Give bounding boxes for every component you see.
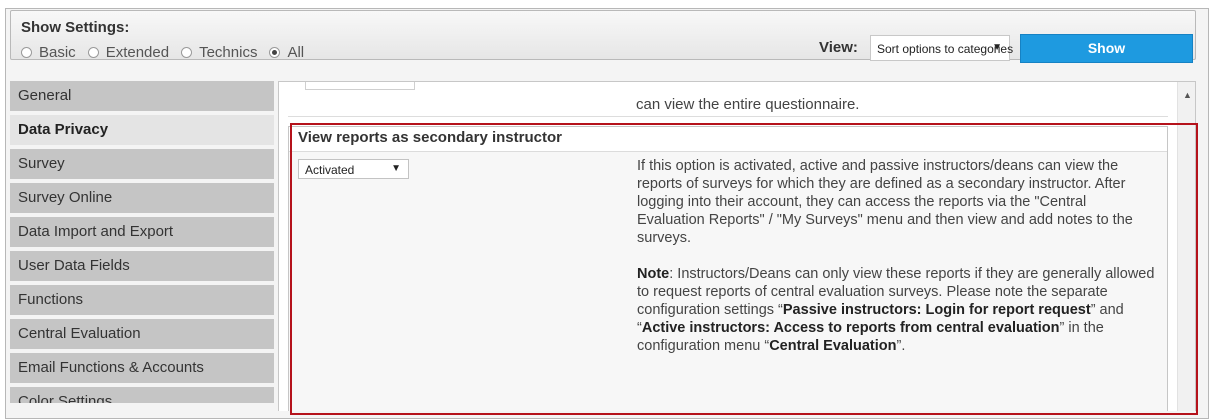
radio-technics[interactable]: Technics — [181, 44, 257, 61]
radio-all[interactable]: All — [269, 44, 304, 61]
highlight-box — [290, 123, 1198, 415]
sidebar-item-data-import-export[interactable]: Data Import and Export — [10, 217, 274, 247]
radio-checked-icon — [269, 47, 281, 58]
radio-circle-icon — [87, 47, 99, 58]
radio-label: All — [287, 44, 305, 61]
sidebar-item-user-data-fields[interactable]: User Data Fields — [10, 251, 274, 281]
sidebar-item-survey[interactable]: Survey — [10, 149, 274, 179]
previous-setting-description: can view the entire questionnaire. — [636, 96, 860, 113]
sidebar-item-functions[interactable]: Functions — [10, 285, 274, 315]
radio-basic[interactable]: Basic — [21, 44, 76, 61]
sidebar: General Data Privacy Survey Survey Onlin… — [10, 81, 274, 407]
sidebar-item-general[interactable]: General — [10, 81, 274, 111]
caret-down-icon: ▼ — [992, 42, 1002, 53]
sidebar-item-email-functions[interactable]: Email Functions & Accounts — [10, 353, 274, 383]
sidebar-item-central-evaluation[interactable]: Central Evaluation — [10, 319, 274, 349]
previous-setting-select[interactable] — [305, 82, 415, 90]
sidebar-item-color-settings[interactable]: Color Settings — [10, 387, 274, 403]
radio-label: Basic — [39, 44, 76, 61]
view-select[interactable]: Sort options to categories ▼ — [870, 35, 1013, 61]
radio-circle-icon — [21, 47, 32, 58]
settings-level-options: Basic Extended Technics All — [21, 44, 316, 61]
scroll-up-icon[interactable]: ▲ — [1183, 90, 1192, 100]
previous-setting-row: can view the entire questionnaire. — [288, 82, 1168, 117]
settings-title: Show Settings: — [21, 19, 130, 36]
radio-label: Extended — [105, 44, 170, 61]
settings-bar: Show Settings: Basic Extended Technics A… — [10, 10, 1196, 63]
radio-circle-icon — [181, 47, 193, 58]
radio-label: Technics — [199, 44, 258, 61]
view-label: View: — [819, 39, 858, 56]
show-button[interactable]: Show — [1020, 34, 1193, 63]
radio-extended[interactable]: Extended — [87, 44, 170, 61]
sidebar-item-data-privacy[interactable]: Data Privacy — [10, 115, 274, 145]
sidebar-item-survey-online[interactable]: Survey Online — [10, 183, 274, 213]
